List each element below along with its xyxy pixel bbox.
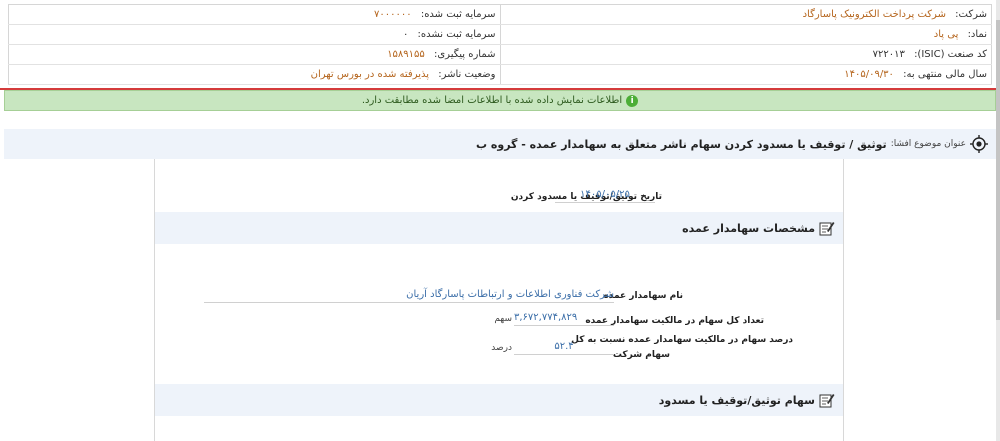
unregistered-capital-value: ۰ bbox=[402, 29, 409, 40]
section-pledged-shares: سهام توثیق/توقیف یا مسدود bbox=[155, 384, 843, 416]
shareholder-name-value: شرکت فناوری اطلاعات و ارتباطات پاسارگاد … bbox=[204, 289, 614, 303]
subject-value: توثیق / توقیف یا مسدود کردن سهام ناشر مت… bbox=[475, 137, 887, 151]
tracking-label: شماره پیگیری: bbox=[433, 49, 496, 60]
symbol-cell: نماد: پی پاد bbox=[499, 24, 992, 45]
fiscal-year-cell: سال مالی منتهی به: ۱۴۰۵/۰۹/۳۰ bbox=[499, 64, 992, 85]
isic-label: کد صنعت (ISIC): bbox=[914, 49, 987, 60]
fiscal-year-label: سال مالی منتهی به: bbox=[903, 69, 987, 80]
tracking-value: ۱۵۸۹۱۵۵ bbox=[387, 49, 425, 60]
verification-alert: i اطلاعات نمایش داده شده با اطلاعات امضا… bbox=[4, 90, 996, 111]
ownership-percent-label-line2: سهام شرکت bbox=[612, 350, 670, 360]
info-row: کد صنعت (ISIC): ۷۲۲۰۱۳ شماره پیگیری: ۱۵۸… bbox=[8, 44, 992, 65]
company-info-table: شرکت: شرکت پرداخت الکترونیک پاسارگاد سرم… bbox=[8, 4, 992, 85]
isic-cell: کد صنعت (ISIC): ۷۲۲۰۱۳ bbox=[499, 44, 992, 65]
company-value: شرکت پرداخت الکترونیک پاسارگاد bbox=[802, 9, 946, 20]
target-icon bbox=[970, 135, 988, 153]
registered-capital-label: سرمایه ثبت شده: bbox=[420, 9, 496, 20]
symbol-value: پی پاد bbox=[933, 29, 959, 40]
section-title: مشخصات سهامدار عمده bbox=[682, 221, 815, 235]
page-scrollbar[interactable] bbox=[996, 0, 1000, 441]
info-row: نماد: پی پاد سرمایه ثبت نشده: ۰ bbox=[8, 24, 992, 45]
unregistered-capital-cell: سرمایه ثبت نشده: ۰ bbox=[8, 24, 500, 45]
publisher-status-label: وضعیت ناشر: bbox=[438, 69, 496, 80]
symbol-label: نماد: bbox=[967, 29, 987, 40]
isic-value: ۷۲۲۰۱۳ bbox=[872, 49, 905, 60]
scrollbar-thumb[interactable] bbox=[996, 20, 1000, 320]
fiscal-year-value: ۱۴۰۵/۰۹/۳۰ bbox=[844, 69, 894, 80]
ownership-percent-unit: درصد bbox=[491, 343, 512, 353]
subject-label: عنوان موضوع افشا: bbox=[890, 139, 966, 149]
total-shares-value: ۳,۶۷۲,۷۷۴,۸۲۹ bbox=[514, 312, 614, 326]
disclosure-subject-bar: عنوان موضوع افشا: توثیق / توقیف یا مسدود… bbox=[4, 129, 996, 159]
edit-icon bbox=[819, 394, 835, 408]
registered-capital-cell: سرمایه ثبت شده: ۷۰۰۰۰۰۰ bbox=[8, 4, 500, 25]
edit-icon bbox=[819, 222, 835, 236]
info-icon: i bbox=[626, 94, 639, 107]
unregistered-capital-label: سرمایه ثبت نشده: bbox=[417, 29, 496, 40]
registered-capital-value: ۷۰۰۰۰۰۰ bbox=[374, 9, 412, 20]
date-value: ۱۴۰۵/۰۵/۲۵ bbox=[555, 189, 655, 203]
section-major-shareholder: مشخصات سهامدار عمده bbox=[155, 212, 843, 244]
info-row: شرکت: شرکت پرداخت الکترونیک پاسارگاد سرم… bbox=[8, 4, 992, 25]
total-shares-unit: سهم bbox=[494, 314, 512, 324]
content-border-right bbox=[843, 159, 844, 441]
publisher-status-cell: وضعیت ناشر: پذیرفته شده در بورس تهران bbox=[8, 64, 500, 85]
alert-text: اطلاعات نمایش داده شده با اطلاعات امضا ش… bbox=[361, 95, 623, 106]
ownership-percent-value: ۵۲.۴ bbox=[514, 341, 614, 355]
info-row: سال مالی منتهی به: ۱۴۰۵/۰۹/۳۰ وضعیت ناشر… bbox=[8, 64, 992, 85]
tracking-cell: شماره پیگیری: ۱۵۸۹۱۵۵ bbox=[8, 44, 500, 65]
shareholder-name-label: نام سهامدار عمده bbox=[603, 291, 683, 301]
company-cell: شرکت: شرکت پرداخت الکترونیک پاسارگاد bbox=[499, 4, 992, 25]
publisher-status-value: پذیرفته شده در بورس تهران bbox=[310, 69, 430, 80]
section-title: سهام توثیق/توقیف یا مسدود bbox=[658, 393, 815, 407]
company-label: شرکت: bbox=[955, 9, 987, 20]
